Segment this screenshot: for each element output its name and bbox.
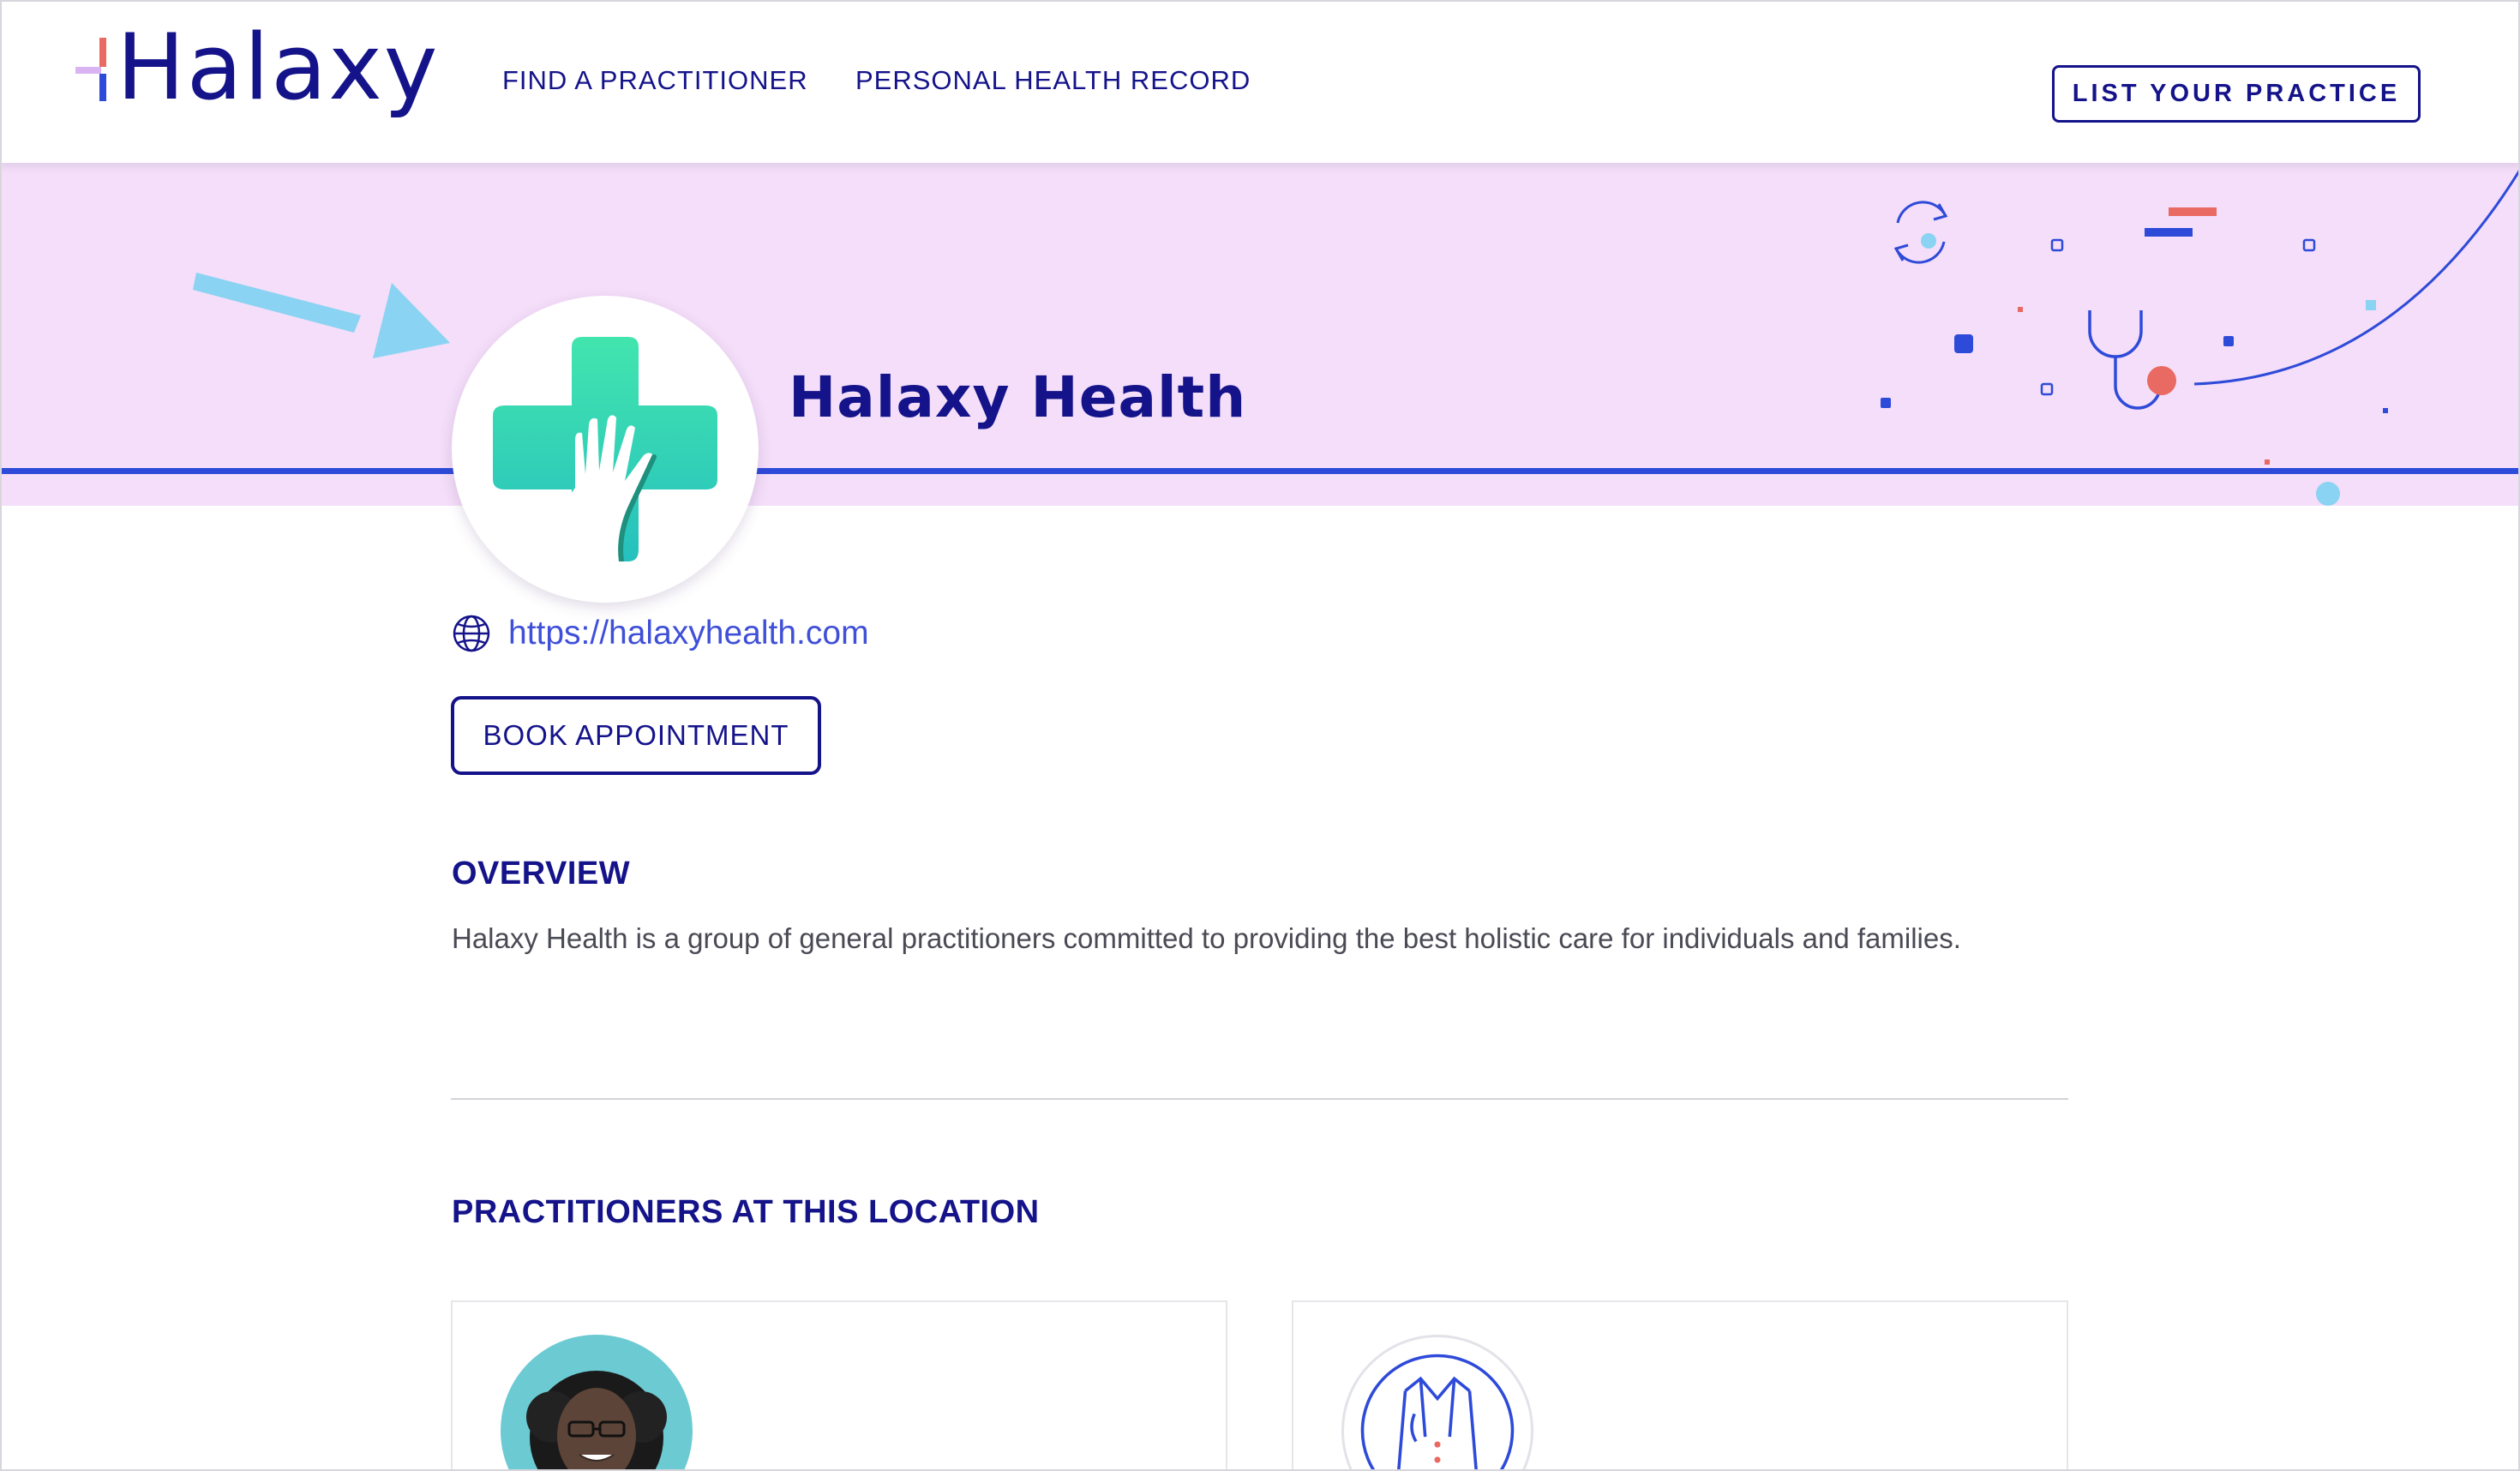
practice-name-heading: Halaxy Health xyxy=(789,364,1247,430)
overview-heading: OVERVIEW xyxy=(452,856,631,892)
practitioner-photo xyxy=(501,1335,693,1471)
practitioner-placeholder xyxy=(1341,1335,1533,1471)
banner-medical-decoration xyxy=(1881,169,2520,506)
medical-cross-hand-icon xyxy=(493,337,717,561)
website-link[interactable]: https://halaxyhealth.com xyxy=(508,615,869,652)
nav-find-practitioner[interactable]: FIND A PRACTITIONER xyxy=(502,65,808,96)
site-header: Halaxy FIND A PRACTITIONER PERSONAL HEAL… xyxy=(0,0,2520,163)
list-your-practice-button[interactable]: LIST YOUR PRACTICE xyxy=(2052,65,2421,123)
practitioners-heading: PRACTITIONERS AT THIS LOCATION xyxy=(452,1194,1040,1230)
section-divider xyxy=(451,1098,2068,1100)
stethoscope-icon xyxy=(2088,310,2162,410)
globe-icon xyxy=(453,615,490,652)
practice-logo-avatar xyxy=(452,296,759,603)
book-appointment-button[interactable]: BOOK APPOINTMENT xyxy=(451,696,821,775)
practitioner-card[interactable] xyxy=(451,1300,1227,1471)
nav-personal-health-record[interactable]: PERSONAL HEALTH RECORD xyxy=(855,65,1251,96)
refresh-icon xyxy=(1893,201,1948,264)
doctor-coat-icon xyxy=(1360,1354,1515,1471)
arrow-annotation xyxy=(193,273,450,358)
website-row: https://halaxyhealth.com xyxy=(452,614,869,653)
halaxy-logo[interactable]: Halaxy xyxy=(74,22,438,134)
practitioner-card[interactable] xyxy=(1292,1300,2068,1471)
overview-text: Halaxy Health is a group of general prac… xyxy=(452,922,1961,954)
logo-wordmark: Halaxy xyxy=(117,15,440,120)
